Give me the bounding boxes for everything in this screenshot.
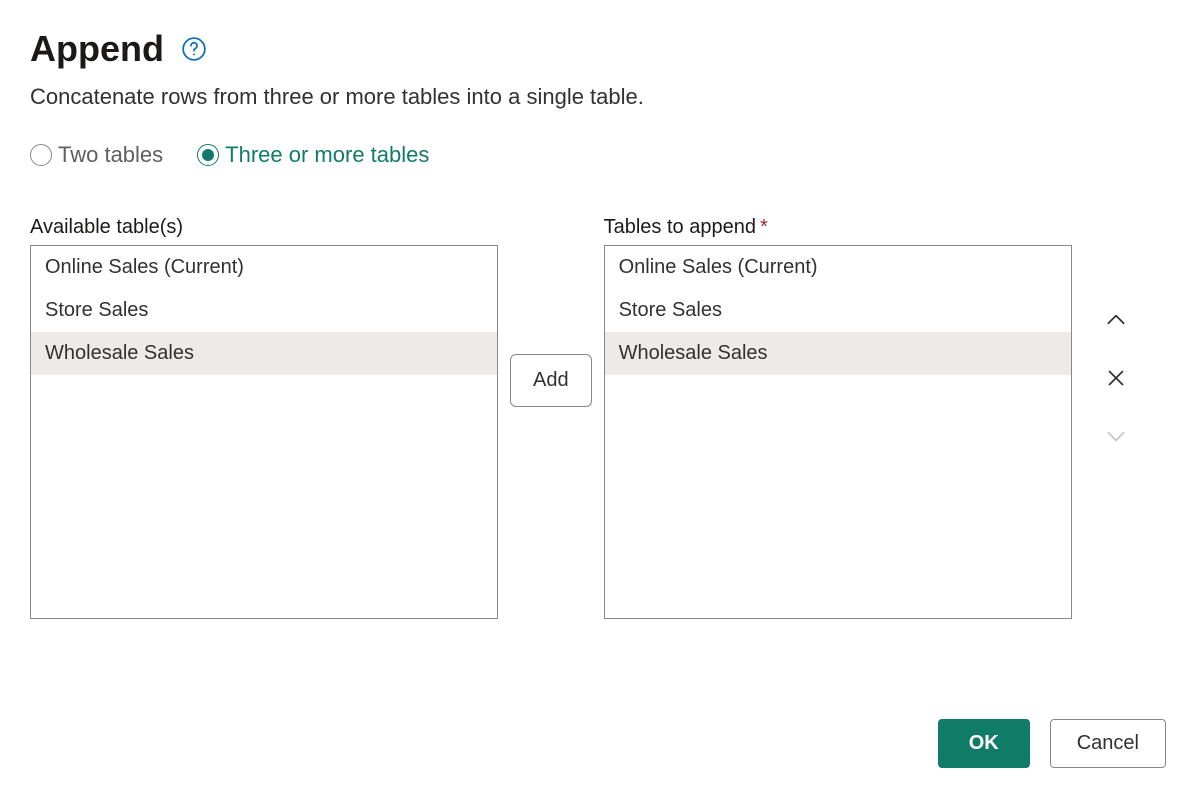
required-asterisk: * [760,216,768,238]
tables-to-append-column: Tables to append* Online Sales (Current)… [604,216,1072,619]
move-up-button[interactable] [1100,304,1132,336]
radio-circle-icon [197,144,219,166]
tables-columns: Available table(s) Online Sales (Current… [30,216,1166,619]
list-item[interactable]: Store Sales [31,289,497,332]
reorder-controls [1084,216,1132,452]
list-item[interactable]: Online Sales (Current) [31,246,497,289]
add-button[interactable]: Add [510,354,592,407]
available-tables-column: Available table(s) Online Sales (Current… [30,216,498,619]
dialog-title: Append [30,28,164,70]
ok-button[interactable]: OK [938,719,1030,768]
append-dialog: Append Concatenate rows from three or mo… [0,0,1196,794]
list-item[interactable]: Wholesale Sales [605,332,1071,375]
available-tables-label: Available table(s) [30,216,498,239]
radio-label: Two tables [58,142,163,168]
middle-controls: Add [510,216,592,407]
dialog-subtitle: Concatenate rows from three or more tabl… [30,84,1166,110]
cancel-button[interactable]: Cancel [1050,719,1166,768]
radio-label: Three or more tables [225,142,429,168]
help-icon[interactable] [180,35,208,63]
table-count-radio-group: Two tables Three or more tables [30,142,1166,168]
radio-circle-icon [30,144,52,166]
list-item[interactable]: Store Sales [605,289,1071,332]
tables-to-append-label-text: Tables to append [604,216,756,238]
tables-to-append-listbox[interactable]: Online Sales (Current)Store SalesWholesa… [604,245,1072,619]
radio-dot-icon [202,149,214,161]
radio-two-tables[interactable]: Two tables [30,142,163,168]
list-item[interactable]: Online Sales (Current) [605,246,1071,289]
list-item[interactable]: Wholesale Sales [31,332,497,375]
move-down-button[interactable] [1100,420,1132,452]
radio-three-or-more-tables[interactable]: Three or more tables [197,142,429,168]
tables-to-append-label: Tables to append* [604,216,1072,239]
remove-button[interactable] [1100,362,1132,394]
available-tables-listbox[interactable]: Online Sales (Current)Store SalesWholesa… [30,245,498,619]
dialog-header: Append [30,28,1166,70]
dialog-footer: OK Cancel [938,719,1166,768]
